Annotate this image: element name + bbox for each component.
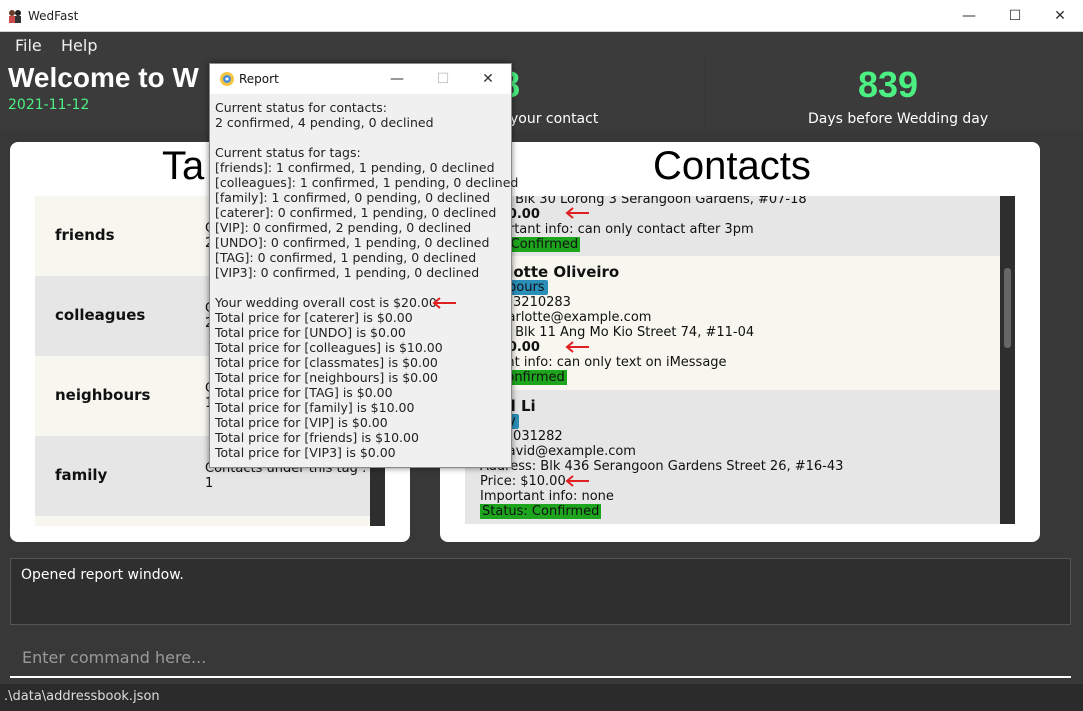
report-close-button[interactable]: ✕: [465, 64, 511, 94]
command-box: [10, 640, 1071, 678]
annotation-arrow-icon: [565, 341, 589, 353]
menu-bar: File Help: [0, 32, 1083, 58]
contact-status: Status: Confirmed: [480, 504, 602, 519]
annotation-arrow-icon: [565, 207, 589, 219]
report-line: [colleagues]: 1 confirmed, 1 pending, 0 …: [215, 175, 519, 190]
contact-card[interactable]: harlotte Oliveiro bours ne: 93210283 l: …: [465, 256, 1000, 390]
contact-info: Important info: none: [480, 489, 614, 504]
tags-title: Ta: [162, 144, 205, 188]
tag-name: family: [55, 466, 108, 484]
window-titlebar: WedFast — ☐ ✕: [0, 0, 1083, 32]
report-line: [215, 280, 510, 295]
close-button[interactable]: ✕: [1037, 0, 1083, 32]
result-display[interactable]: Opened report window.: [10, 558, 1071, 625]
tag-name: neighbours: [55, 386, 151, 404]
report-line: [TAG]: 0 confirmed, 1 pending, 0 decline…: [215, 250, 477, 265]
tag-name: colleagues: [55, 306, 146, 324]
minimize-button[interactable]: —: [946, 0, 992, 32]
report-line: [VIP]: 0 confirmed, 2 pending, 0 decline…: [215, 220, 472, 235]
save-location: .\data\addressbook.json: [4, 689, 160, 704]
window-title: WedFast: [28, 9, 79, 23]
days-label: Days before Wedding day: [808, 111, 989, 127]
report-line: Total price for [colleagues] is $10.00: [215, 340, 443, 355]
status-bar: .\data\addressbook.json: [0, 684, 1083, 711]
report-line: [caterer]: 0 confirmed, 1 pending, 0 dec…: [215, 205, 497, 220]
report-title: Report: [239, 72, 279, 86]
tag-row-partial: [35, 516, 385, 526]
contact-address: ress: Blk 11 Ang Mo Kio Street 74, #11-0…: [480, 325, 755, 340]
contact-address: ress: Blk 30 Lorong 3 Serangoon Gardens,…: [480, 196, 807, 207]
welcome-heading: Welcome to W: [8, 62, 199, 93]
tag-name: friends: [55, 226, 115, 244]
report-line: [VIP3]: 0 confirmed, 1 pending, 0 declin…: [215, 265, 480, 280]
contact-card[interactable]: ress: Blk 30 Lorong 3 Serangoon Gardens,…: [465, 196, 1000, 256]
contact-price: Price: $10.00: [480, 474, 566, 489]
report-line: 2 confirmed, 4 pending, 0 declined: [215, 115, 434, 130]
report-app-icon: [220, 72, 234, 86]
contact-card[interactable]: avid Li y e: 91031282 l: lidavid@example…: [465, 390, 1000, 524]
command-input[interactable]: [10, 640, 1071, 674]
app-icon: [9, 10, 21, 23]
annotation-arrow-icon: [565, 475, 589, 487]
report-line: Total price for [UNDO] is $0.00: [215, 325, 406, 340]
report-line: Current status for contacts:: [215, 100, 387, 115]
report-maximize-button: ☐: [436, 71, 450, 87]
report-line: Total price for [family] is $10.00: [215, 400, 415, 415]
report-line: Total price for [VIP3] is $0.00: [215, 445, 396, 460]
report-line: [friends]: 1 confirmed, 1 pending, 0 dec…: [215, 160, 495, 175]
report-window[interactable]: Report — ☐ ✕ Current status for contacts…: [209, 63, 519, 468]
days-count: 839: [858, 64, 919, 105]
report-line: Total price for [VIP] is $0.00: [215, 415, 388, 430]
report-line: Total price for [neighbours] is $0.00: [215, 370, 438, 385]
result-text: Opened report window.: [21, 567, 184, 583]
annotation-arrow-icon: [432, 297, 456, 309]
contacts-scrollbar[interactable]: [1000, 196, 1015, 524]
contact-address: Address: Blk 436 Serangoon Gardens Stree…: [480, 459, 844, 474]
report-line: Total price for [classmates] is $0.00: [215, 355, 438, 370]
report-line: Total price for [TAG] is $0.00: [215, 385, 393, 400]
contact-info: ortant info: can only text on iMessage: [480, 355, 727, 370]
menu-help[interactable]: Help: [61, 36, 97, 55]
report-line: Total price for [caterer] is $0.00: [215, 310, 413, 325]
report-line: Total price for [friends] is $10.00: [215, 430, 419, 445]
report-line: [family]: 1 confirmed, 0 pending, 0 decl…: [215, 190, 491, 205]
contacts-card: Contacts ress: Blk 30 Lorong 3 Serangoon…: [440, 142, 1040, 542]
report-line: Your wedding overall cost is $20.00: [215, 295, 437, 310]
contact-info: mportant info: can only contact after 3p…: [480, 222, 754, 237]
contact-count-label: your contact: [510, 111, 599, 127]
report-line: [UNDO]: 0 confirmed, 1 pending, 0 declin…: [215, 235, 490, 250]
contacts-title: Contacts: [653, 144, 811, 188]
report-line: [215, 130, 510, 145]
report-content: Current status for contacts: 2 confirmed…: [215, 100, 519, 460]
maximize-button[interactable]: ☐: [992, 0, 1038, 32]
tag-count-value: 1: [205, 476, 214, 491]
report-titlebar: Report — ☐ ✕: [210, 64, 511, 94]
report-minimize-button[interactable]: —: [374, 64, 420, 94]
current-date: 2021-11-12: [8, 97, 90, 113]
menu-file[interactable]: File: [15, 36, 42, 55]
report-line: Current status for tags:: [215, 145, 361, 160]
contacts-scroll-thumb[interactable]: [1004, 268, 1011, 348]
